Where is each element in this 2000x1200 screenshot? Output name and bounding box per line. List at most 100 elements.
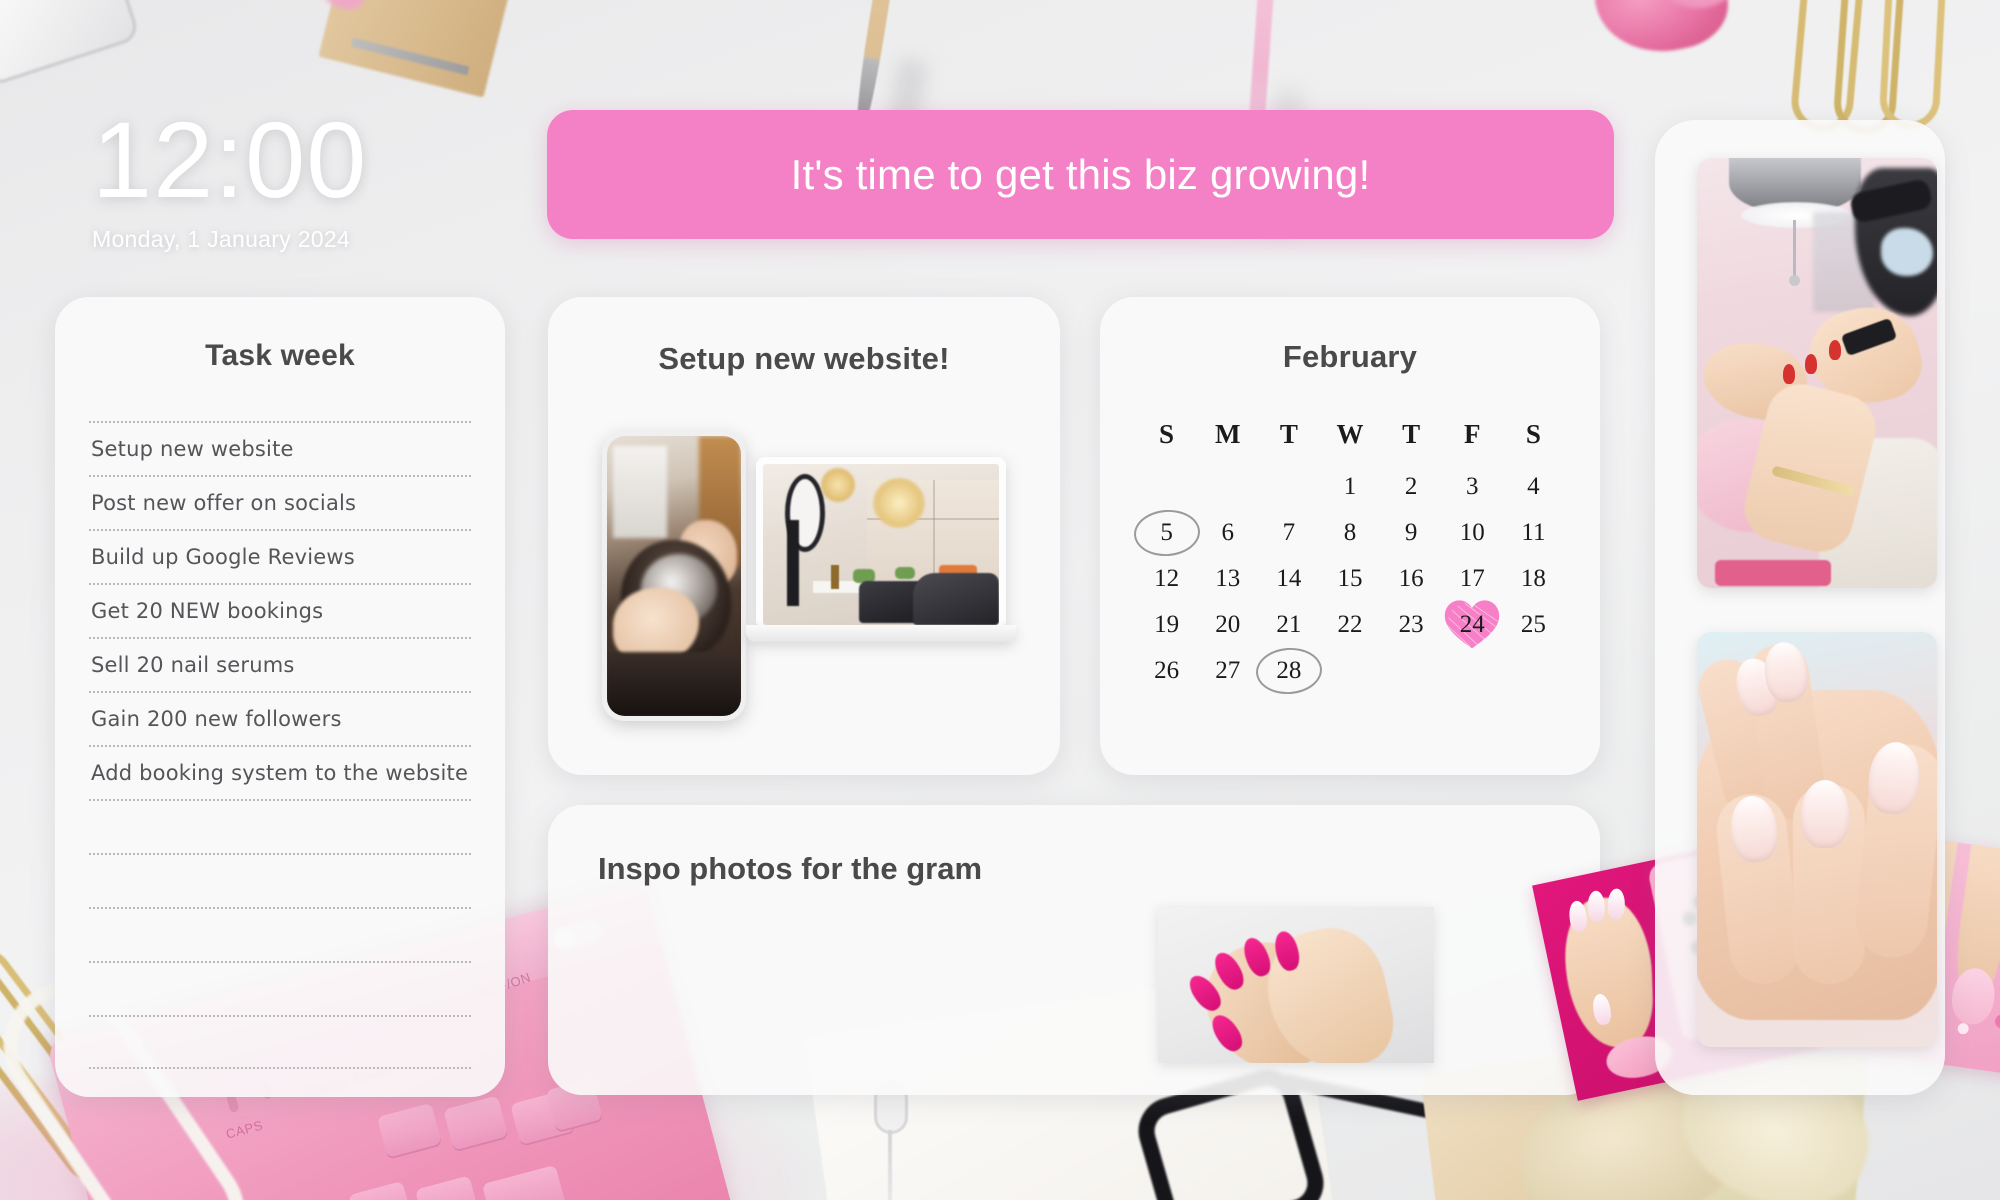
background-phone-object: [0, 0, 141, 88]
task-list-item[interactable]: Sell 20 nail serums: [89, 637, 471, 691]
calendar-empty-cell: [1197, 464, 1258, 510]
calendar-weekday-header: S: [1525, 419, 1541, 449]
motivation-banner-text: It's time to get this biz growing!: [790, 150, 1371, 198]
calendar-day-number: 16: [1398, 565, 1424, 592]
calendar-day-cell[interactable]: 28: [1258, 648, 1319, 694]
calendar-day-cell[interactable]: 15: [1319, 556, 1380, 602]
calendar-day-cell[interactable]: 11: [1503, 510, 1564, 556]
calendar-day-number: 7: [1282, 519, 1296, 546]
task-list-item[interactable]: Post new offer on socials: [89, 475, 471, 529]
calendar-day-number: 12: [1154, 565, 1180, 592]
background-charm-chain: [888, 1130, 892, 1200]
task-list-item-label: Post new offer on socials: [91, 491, 357, 515]
calendar-day-number: 1: [1343, 473, 1357, 500]
task-week-title: Task week: [205, 339, 355, 372]
background-gold-paperclip: [1878, 0, 1950, 131]
task-list-item[interactable]: [89, 1015, 471, 1069]
calendar-day-cell[interactable]: 5: [1136, 510, 1197, 556]
calendar-day-cell[interactable]: 21: [1258, 602, 1319, 648]
calendar-day-cell[interactable]: 6: [1197, 510, 1258, 556]
calendar-day-number: 5: [1160, 519, 1173, 546]
clock-widget: 12:00 Monday, 1 January 2024: [92, 99, 368, 253]
calendar-day-number: 15: [1337, 565, 1363, 592]
background-pink-bow: [1586, 0, 1736, 65]
calendar-day-cell[interactable]: 16: [1381, 556, 1442, 602]
calendar-day-cell[interactable]: 12: [1136, 556, 1197, 602]
setup-website-card: Setup new website!: [548, 297, 1060, 775]
hair-washing-photo: [607, 436, 741, 716]
calendar-day-cell[interactable]: 18: [1503, 556, 1564, 602]
calendar-day-number: 20: [1215, 611, 1241, 638]
calendar-day-cell[interactable]: 27: [1197, 648, 1258, 694]
calendar-day-cell[interactable]: 13: [1197, 556, 1258, 602]
task-list-item[interactable]: Gain 200 new followers: [89, 691, 471, 745]
calendar-day-cell[interactable]: 22: [1319, 602, 1380, 648]
calendar-day-cell[interactable]: 14: [1258, 556, 1319, 602]
calendar-grid: S M T W T F S 1 2 3 4 5 6 7 8 9 10 11 12 13 14 15 16 17 18 19 20 21…: [1136, 419, 1564, 694]
calendar-card: February S M T W T F S 1 2 3 4 5 6 7 8 9 10 11 12 13 14 15 16 1…: [1100, 297, 1600, 775]
task-list-item[interactable]: [89, 853, 471, 907]
website-mockups: [548, 407, 1060, 721]
calendar-day-number: 8: [1343, 519, 1357, 546]
calendar-day-cell[interactable]: 20: [1197, 602, 1258, 648]
calendar-day-cell[interactable]: 23: [1381, 602, 1442, 648]
background-wooden-board: [318, 0, 532, 98]
task-list-item[interactable]: [89, 961, 471, 1015]
inspiration-photo-column: [1655, 120, 1945, 1095]
calendar-day-number: 10: [1459, 519, 1485, 546]
inspo-photos-title: Inspo photos for the gram: [598, 851, 983, 886]
calendar-day-cell[interactable]: 10: [1442, 510, 1503, 556]
calendar-day-cell[interactable]: 26: [1136, 648, 1197, 694]
calendar-day-cell[interactable]: 1: [1319, 464, 1380, 510]
task-list-item[interactable]: Build up Google Reviews: [89, 529, 471, 583]
calendar-day-cell[interactable]: 19: [1136, 602, 1197, 648]
task-list-item[interactable]: Get 20 NEW bookings: [89, 583, 471, 637]
task-list-item-label: Get 20 NEW bookings: [91, 599, 324, 623]
french-ombre-almond-nails-photo[interactable]: [1697, 632, 1937, 1047]
calendar-weekday-header: S: [1159, 419, 1175, 449]
laptop-screen: [756, 457, 1006, 625]
task-list-item-label: Build up Google Reviews: [91, 545, 355, 569]
calendar-weekday-header: F: [1464, 419, 1481, 449]
calendar-day-cell[interactable]: 25: [1503, 602, 1564, 648]
calendar-empty-cell: [1136, 464, 1197, 510]
task-list-item[interactable]: Add booking system to the website: [89, 745, 471, 799]
hot-pink-stiletto-nails-photo[interactable]: [1158, 907, 1434, 1063]
calendar-day-cell[interactable]: 9: [1381, 510, 1442, 556]
calendar-day-cell[interactable]: 2: [1381, 464, 1442, 510]
calendar-day-cell[interactable]: 17: [1442, 556, 1503, 602]
inspo-photos-card: Inspo photos for the gram: [548, 805, 2000, 1101]
task-list-item[interactable]: [89, 907, 471, 961]
calendar-weekday-header: M: [1214, 419, 1241, 449]
calendar-day-number: 18: [1520, 565, 1546, 592]
calendar-day-number: 9: [1404, 519, 1418, 546]
task-list-item[interactable]: Setup new website: [89, 421, 471, 475]
motivation-banner[interactable]: It's time to get this biz growing!: [547, 110, 1614, 239]
clock-time: 12:00: [92, 99, 368, 220]
calendar-day-cell[interactable]: 4: [1503, 464, 1564, 510]
salon-interior-photo: [763, 464, 999, 625]
calendar-day-number: 6: [1221, 519, 1234, 546]
calendar-day-cell[interactable]: 7: [1258, 510, 1319, 556]
manicurist-painting-nails-photo[interactable]: [1697, 158, 1937, 588]
calendar-day-number: 28: [1276, 657, 1302, 684]
calendar-day-number: 25: [1520, 611, 1546, 638]
task-list-item-label: Setup new website: [91, 437, 294, 461]
calendar-month-title: February: [1282, 339, 1418, 374]
calendar-day-cell[interactable]: 8: [1319, 510, 1380, 556]
calendar-day-number: 22: [1337, 611, 1363, 638]
calendar-day-number: 4: [1527, 473, 1540, 500]
task-list-item[interactable]: [89, 799, 471, 853]
clock-date: Monday, 1 January 2024: [92, 225, 351, 252]
setup-website-title: Setup new website!: [658, 341, 950, 376]
calendar-day-cell[interactable]: 3: [1442, 464, 1503, 510]
calendar-day-number: 17: [1459, 565, 1485, 592]
calendar-day-number: 3: [1466, 473, 1479, 500]
calendar-day-number: 21: [1276, 611, 1302, 638]
task-list-item-label: Gain 200 new followers: [91, 707, 342, 731]
calendar-day-cell[interactable]: 24: [1442, 600, 1503, 649]
task-list-item-label: Add booking system to the website: [91, 761, 469, 785]
calendar-empty-cell: [1258, 464, 1319, 510]
calendar-day-number: 27: [1215, 657, 1241, 684]
task-list-item-label: Sell 20 nail serums: [91, 653, 295, 677]
